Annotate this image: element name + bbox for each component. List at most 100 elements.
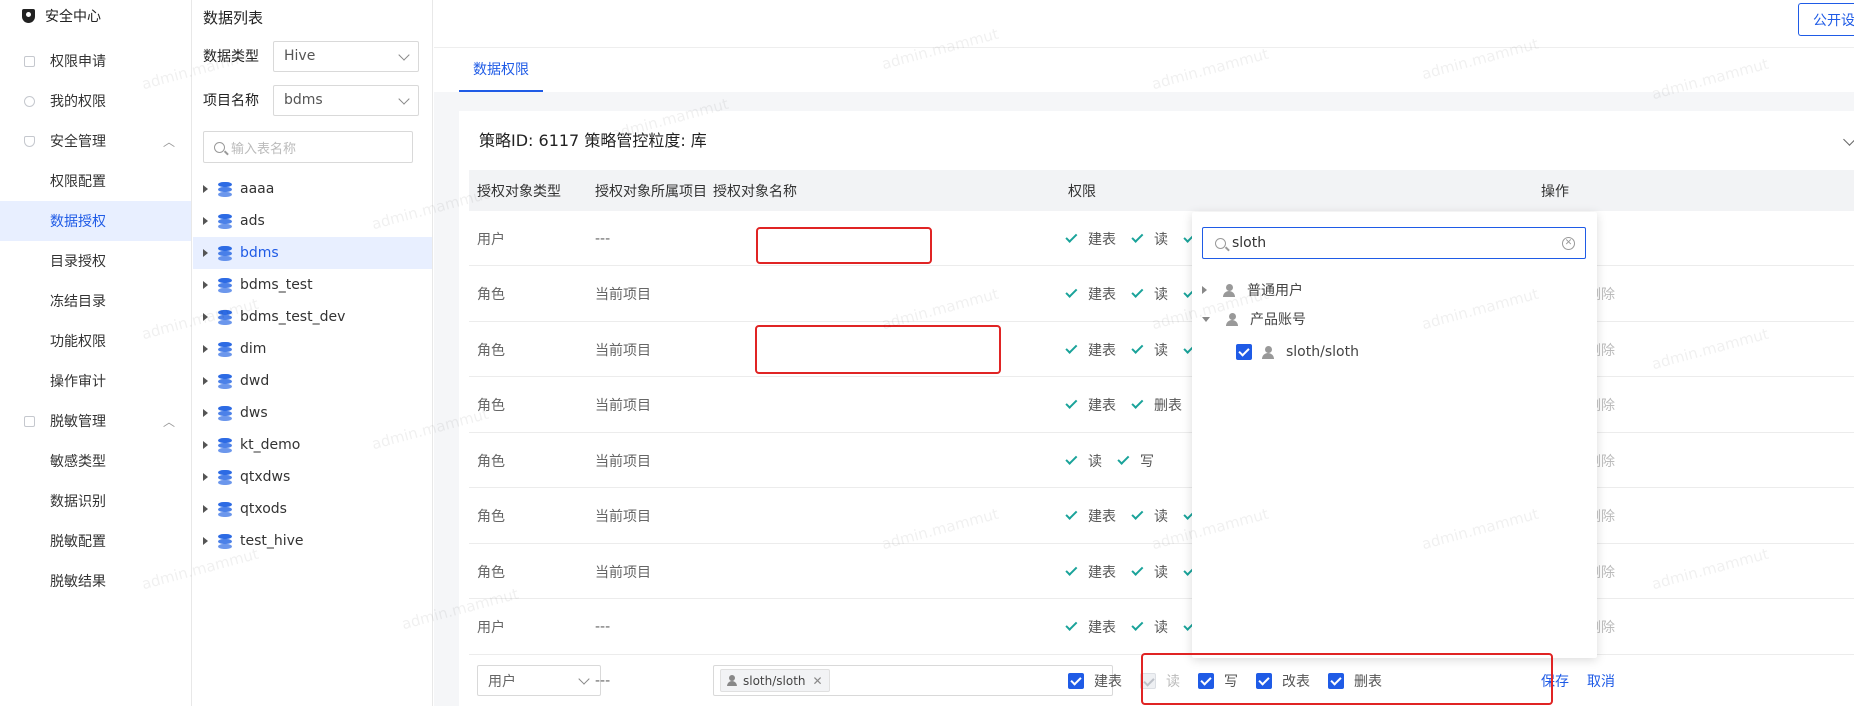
checkbox-checked[interactable] [1068,672,1084,689]
data-type-select[interactable]: Hive [273,40,419,72]
caret-right-icon[interactable] [203,377,208,385]
table-row: 角色当前项目读写编辑删除 [469,433,1854,488]
permission-checkbox-item[interactable]: 写 [1198,671,1238,691]
sidebar-item-directory-authorization[interactable]: 目录授权 [0,241,191,281]
caret-right-icon[interactable] [203,345,208,353]
chevron-down-icon [398,48,410,61]
check-icon [1065,230,1078,243]
sidebar: 安全中心 权限申请 我的权限 安全管理 ︿ 权限配置 数据授权 目录授权 冻结目… [0,0,192,706]
sidebar-item-desensitization-management[interactable]: 脱敏管理 ︿ [0,401,191,441]
tree-node-test-hive[interactable]: test_hive [193,525,432,557]
tree-node-label: dwd [240,373,270,389]
permission-checkbox-item[interactable]: 删表 [1328,671,1382,691]
tree-node-label: ads [240,213,265,229]
sidebar-item-frozen-directory[interactable]: 冻结目录 [0,281,191,321]
checkbox-checked[interactable] [1328,672,1344,689]
caret-right-icon[interactable] [203,313,208,321]
search-placeholder: 输入表名称 [231,141,297,157]
sidebar-item-permission-request[interactable]: 权限申请 [0,41,191,81]
permission-item: 建表 [1065,340,1116,360]
caret-right-icon[interactable] [203,409,208,417]
tree-node-qtxdws[interactable]: qtxdws [193,461,432,493]
sidebar-item-function-permission[interactable]: 功能权限 [0,321,191,361]
sidebar-item-desensitization-result[interactable]: 脱敏结果 [0,561,191,601]
cancel-button[interactable]: 取消 [1587,671,1615,691]
cell-object-type: 用户 [477,620,505,636]
clear-icon[interactable]: ✕ [1562,237,1575,250]
save-button[interactable]: 保存 [1541,671,1569,691]
permission-label: 写 [1140,453,1154,470]
checkbox-checked[interactable] [1256,672,1272,689]
check-icon [1131,230,1144,243]
permission-item: 读 [1131,562,1168,582]
permission-checkbox-item[interactable]: 改表 [1256,671,1310,691]
sidebar-item-my-permissions[interactable]: 我的权限 [0,81,191,121]
table-row: 角色当前项目建表读写改表删表编辑删除 [469,489,1854,544]
dropdown-option-sloth[interactable]: sloth/sloth [1236,336,1359,368]
permission-item: 建表 [1065,617,1116,637]
dropdown-group-normal-users[interactable]: 普通用户 [1202,274,1303,306]
tree-node-dws[interactable]: dws [193,397,432,429]
sidebar-item-label: 数据识别 [50,494,106,510]
tree-node-dim[interactable]: dim [193,333,432,365]
chevron-down-icon[interactable] [1843,133,1854,146]
dropdown-search-input[interactable]: sloth ✕ [1202,227,1586,259]
sidebar-item-permission-config[interactable]: 权限配置 [0,161,191,201]
caret-right-icon[interactable] [203,505,208,513]
sidebar-item-data-recognition[interactable]: 数据识别 [0,481,191,521]
sidebar-item-label: 数据授权 [50,214,106,230]
public-settings-button[interactable]: 公开设 [1798,3,1854,36]
object-type-select[interactable]: 用户 [477,665,601,696]
tree-node-bdms-test-dev[interactable]: bdms_test_dev [193,301,432,333]
tree-node-ads[interactable]: ads [193,205,432,237]
policy-title: 策略ID: 6117 策略管控粒度: 库 [479,131,707,150]
caret-down-icon[interactable] [1202,316,1210,322]
header-object-type: 授权对象类型 [477,183,561,200]
database-icon [218,214,232,229]
caret-right-icon[interactable] [203,441,208,449]
table-row: 角色当前项目建表读写改表编辑删除 [469,267,1854,322]
checkbox-checked [1140,672,1156,689]
check-icon [1117,452,1130,465]
sidebar-item-security-management[interactable]: 安全管理 ︿ [0,121,191,161]
object-name-select[interactable]: sloth/sloth ✕ [713,665,1113,696]
permission-checkbox-item[interactable]: 建表 [1068,671,1122,691]
sidebar-item-desensitization-config[interactable]: 脱敏配置 [0,521,191,561]
chevron-up-icon: ︿ [162,414,175,429]
dropdown-group-product-accounts[interactable]: 产品账号 [1202,303,1306,335]
check-icon [1131,563,1144,576]
tree-node-bdms[interactable]: bdms [193,237,432,269]
table-header: 授权对象类型 授权对象所属项目 授权对象名称 权限 操作 [469,170,1854,211]
tree-node-qtxods[interactable]: qtxods [193,493,432,525]
project-select[interactable]: bdms [273,84,419,116]
permission-label: 读 [1166,673,1180,690]
caret-right-icon[interactable] [203,185,208,193]
database-icon [218,310,232,325]
check-icon [1065,563,1078,576]
tree-node-kt-demo[interactable]: kt_demo [193,429,432,461]
sidebar-item-data-authorization[interactable]: 数据授权 [0,201,191,241]
checkbox-checked[interactable] [1236,344,1252,360]
caret-right-icon[interactable] [203,537,208,545]
cell-project: --- [595,672,611,689]
caret-right-icon[interactable] [203,473,208,481]
cell-object-type: 角色 [477,398,505,414]
tree-node-bdms-test[interactable]: bdms_test [193,269,432,301]
caret-right-icon[interactable] [1202,286,1207,294]
caret-right-icon[interactable] [203,217,208,225]
tree-node-dwd[interactable]: dwd [193,365,432,397]
close-icon[interactable]: ✕ [813,674,823,688]
sidebar-item-operation-audit[interactable]: 操作审计 [0,361,191,401]
database-tree: aaaa ads bdms bdms_test bdms_test_dev dim dwd d… [193,173,432,557]
search-value: sloth [1232,235,1267,251]
tab-data-permission[interactable]: 数据权限 [459,48,543,92]
caret-right-icon[interactable] [203,281,208,289]
cell-project: --- [595,619,611,635]
tree-node-aaaa[interactable]: aaaa [193,173,432,205]
table-search-input[interactable]: 输入表名称 [203,131,413,163]
checkbox-checked[interactable] [1198,672,1214,689]
sidebar-item-sensitive-type[interactable]: 敏感类型 [0,441,191,481]
permission-label: 读 [1154,564,1168,581]
caret-right-icon[interactable] [203,249,208,257]
cell-project: 当前项目 [595,453,651,470]
